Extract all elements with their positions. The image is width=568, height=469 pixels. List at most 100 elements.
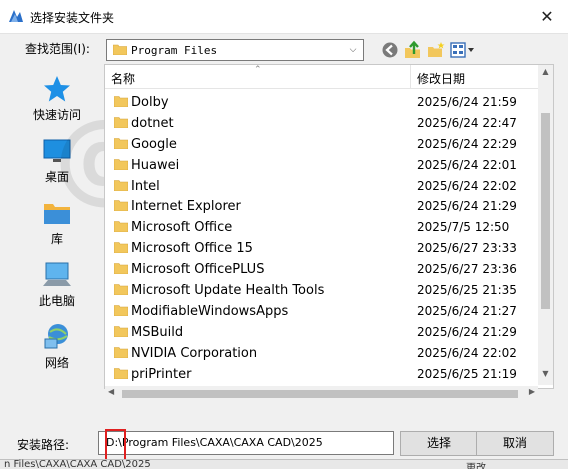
list-item[interactable]: Microsoft OfficePLUS 2025/6/27 23:36 bbox=[105, 259, 539, 280]
column-header-row: ⌃ 名称 修改日期 bbox=[105, 65, 539, 89]
computer-icon bbox=[43, 262, 71, 286]
select-button[interactable]: 选择 bbox=[400, 431, 478, 456]
install-path-label: 安装路径: bbox=[17, 438, 70, 452]
file-name: Internet Explorer bbox=[131, 199, 241, 215]
vertical-scrollbar[interactable]: ▲ ▼ bbox=[538, 65, 553, 385]
up-folder-icon[interactable] bbox=[403, 40, 423, 60]
folder-icon bbox=[114, 221, 128, 233]
list-item[interactable]: Microsoft Update Health Tools 2025/6/25 2… bbox=[105, 280, 539, 301]
horizontal-scrollbar[interactable]: ◀ ▶ bbox=[105, 386, 538, 401]
sort-ascending-icon: ⌃ bbox=[254, 65, 262, 75]
folder-icon bbox=[114, 263, 128, 275]
file-name: dotnet bbox=[131, 115, 174, 131]
file-date: 2025/7/5 12:50 bbox=[417, 220, 510, 235]
caxa-app-icon bbox=[9, 10, 23, 22]
file-date: 2025/6/24 21:59 bbox=[417, 95, 517, 109]
background-window: n Files\CAXA\CAXA CAD\2025 更改 bbox=[0, 459, 568, 469]
list-item[interactable]: Microsoft Office 2025/7/5 12:50 bbox=[105, 217, 539, 238]
scroll-up-icon[interactable]: ▲ bbox=[538, 67, 553, 79]
close-button[interactable]: ✕ bbox=[536, 6, 558, 28]
file-date: 2025/6/27 23:33 bbox=[417, 241, 517, 256]
view-menu-icon[interactable] bbox=[449, 40, 477, 60]
place-label: 网络 bbox=[44, 356, 69, 370]
list-item[interactable]: MSBuild 2025/6/24 21:29 bbox=[105, 322, 539, 343]
desktop-icon bbox=[43, 139, 71, 162]
list-item[interactable]: Google 2025/6/24 22:29 bbox=[105, 134, 539, 155]
file-name: Google bbox=[131, 136, 177, 152]
file-name: ModifiableWindowsApps bbox=[131, 303, 289, 319]
folder-icon bbox=[113, 44, 127, 55]
file-list[interactable]: ⌃ 名称 修改日期 Dolby 2025/6/24 21:59 dotnet 202… bbox=[104, 64, 554, 389]
back-icon[interactable] bbox=[380, 40, 400, 60]
background-change-button[interactable]: 更改 bbox=[466, 459, 486, 469]
place-label: 快速访问 bbox=[32, 108, 81, 122]
place-desktop[interactable]: 桌面 bbox=[22, 132, 92, 190]
folder-icon bbox=[114, 325, 128, 337]
file-date: 2025/6/24 21:27 bbox=[417, 303, 517, 318]
list-item[interactable]: Huawei 2025/6/24 22:01 bbox=[105, 155, 539, 176]
place-this-pc[interactable]: 此电脑 bbox=[22, 256, 92, 314]
scroll-right-icon[interactable]: ▶ bbox=[529, 387, 535, 396]
install-path-input[interactable]: D:\Program Files\CAXA\CAXA CAD\2025 bbox=[98, 431, 394, 455]
file-name: Dolby bbox=[131, 95, 169, 110]
file-date: 2025/6/24 22:47 bbox=[417, 115, 517, 130]
list-item[interactable]: NVIDIA Corporation 2025/6/24 22:02 bbox=[105, 343, 539, 364]
file-date: 2025/6/25 21:35 bbox=[417, 283, 517, 298]
places-bar: 快速访问 桌面 库 此电脑 网络 bbox=[22, 66, 92, 386]
star-icon bbox=[44, 76, 70, 102]
file-date: 2025/6/24 21:29 bbox=[417, 324, 517, 339]
place-library[interactable]: 库 bbox=[22, 194, 92, 252]
list-item[interactable]: dotnet 2025/6/24 22:47 bbox=[105, 113, 539, 134]
place-quick-access[interactable]: 快速访问 bbox=[22, 70, 92, 128]
file-rows: Dolby 2025/6/24 21:59 dotnet 2025/6/24 22:… bbox=[105, 92, 539, 384]
file-name: Microsoft OfficePLUS bbox=[131, 262, 265, 278]
column-header-name[interactable]: 名称 bbox=[111, 70, 135, 87]
scroll-thumb[interactable] bbox=[541, 113, 550, 309]
place-label: 桌面 bbox=[44, 170, 69, 184]
network-icon bbox=[44, 324, 68, 349]
look-in-dropdown[interactable]: Program Files ⌵ bbox=[106, 39, 364, 61]
close-icon: ✕ bbox=[540, 7, 554, 26]
file-name: Huawei bbox=[131, 157, 180, 173]
list-item[interactable]: Microsoft Office 15 2025/6/27 23:33 bbox=[105, 238, 539, 259]
list-item[interactable]: Dolby 2025/6/24 21:59 bbox=[105, 92, 539, 113]
file-date: 2025/6/24 22:02 bbox=[417, 178, 517, 193]
file-date: 2025/6/25 21:19 bbox=[417, 366, 517, 381]
scroll-down-icon[interactable]: ▼ bbox=[538, 369, 553, 381]
cancel-button[interactable]: 取消 bbox=[476, 431, 554, 456]
file-name: MSBuild bbox=[131, 324, 184, 340]
place-label: 库 bbox=[50, 232, 63, 246]
folder-icon bbox=[114, 96, 128, 107]
column-header-date[interactable]: 修改日期 bbox=[417, 70, 465, 87]
file-name: priPrinter bbox=[131, 366, 192, 382]
library-icon bbox=[44, 204, 70, 224]
folder-icon bbox=[114, 284, 128, 296]
look-in-label: 查找范围(I): bbox=[25, 42, 90, 56]
file-name: NVIDIA Corporation bbox=[131, 345, 258, 361]
folder-icon bbox=[114, 117, 128, 128]
folder-icon bbox=[114, 367, 128, 379]
folder-icon bbox=[114, 242, 128, 254]
chevron-down-icon[interactable]: ⌵ bbox=[347, 43, 359, 57]
list-item[interactable]: priPrinter 2025/6/25 21:19 bbox=[105, 364, 539, 385]
title-bar: 选择安装文件夹 ✕ bbox=[0, 0, 568, 34]
file-date: 2025/6/24 22:29 bbox=[417, 136, 517, 151]
folder-icon bbox=[114, 346, 128, 358]
list-item[interactable]: Internet Explorer 2025/6/24 21:29 bbox=[105, 196, 539, 217]
new-folder-icon[interactable] bbox=[426, 40, 446, 60]
dialog-title: 选择安装文件夹 bbox=[30, 11, 115, 25]
place-network[interactable]: 网络 bbox=[22, 318, 92, 376]
column-divider[interactable] bbox=[410, 65, 411, 89]
scroll-thumb[interactable] bbox=[122, 390, 518, 398]
look-in-value: Program Files bbox=[131, 44, 218, 57]
list-item[interactable]: ModifiableWindowsApps 2025/6/24 21:27 bbox=[105, 301, 539, 322]
file-name: Microsoft Office 15 bbox=[131, 241, 253, 257]
scroll-left-icon[interactable]: ◀ bbox=[108, 387, 114, 396]
file-date: 2025/6/27 23:36 bbox=[417, 262, 517, 277]
file-name: Microsoft Office bbox=[131, 220, 233, 236]
file-date: 2025/6/24 21:29 bbox=[417, 199, 517, 214]
background-path-text: n Files\CAXA\CAXA CAD\2025 bbox=[4, 459, 151, 469]
file-date: 2025/6/24 22:01 bbox=[417, 157, 517, 172]
list-item[interactable]: Intel 2025/6/24 22:02 bbox=[105, 176, 539, 197]
place-label: 此电脑 bbox=[38, 294, 75, 308]
